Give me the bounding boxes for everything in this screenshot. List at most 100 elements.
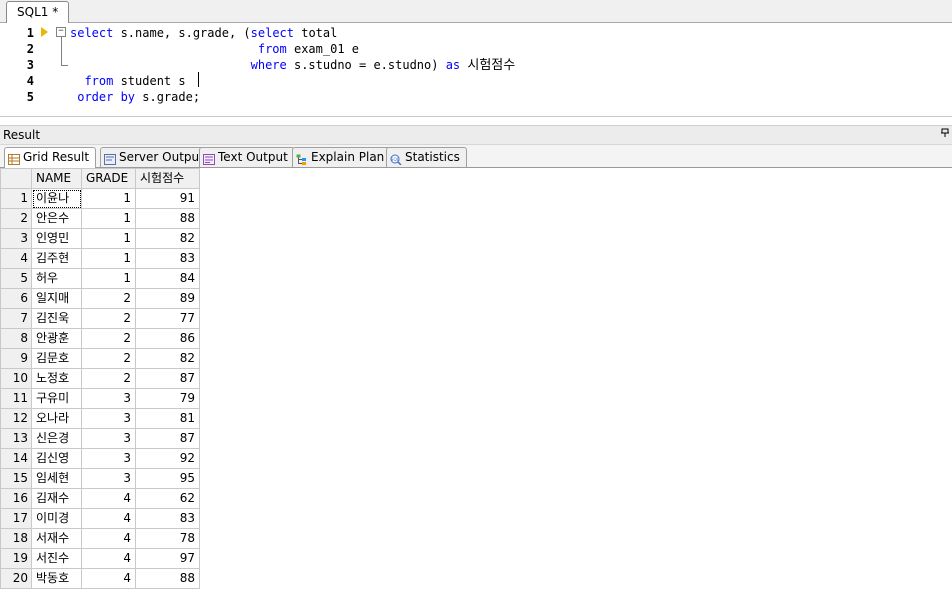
table-row[interactable]: 15 임세현 3 95 [0,468,200,489]
cell-score[interactable]: 87 [135,368,200,389]
table-row[interactable]: 1 이윤나 1 91 [0,188,200,209]
cell-name[interactable]: 신은경 [31,428,82,449]
row-number[interactable]: 15 [0,468,32,489]
cell-name[interactable]: 김주현 [31,248,82,269]
cell-grade[interactable]: 4 [81,568,136,589]
tab-explain-plan[interactable]: Explain Plan [292,147,392,167]
row-number[interactable]: 12 [0,408,32,429]
tab-server-output[interactable]: Server Output [100,147,211,167]
cell-name[interactable]: 박동호 [31,568,82,589]
cell-score[interactable]: 88 [135,568,200,589]
cell-score[interactable]: 91 [135,188,200,209]
table-row[interactable]: 11 구유미 3 79 [0,388,200,409]
column-header-grade[interactable]: GRADE [81,168,136,189]
cell-grade[interactable]: 4 [81,548,136,569]
cell-name[interactable]: 이윤나 [31,188,82,209]
cell-name[interactable]: 구유미 [31,388,82,409]
cell-score[interactable]: 82 [135,228,200,249]
row-number[interactable]: 1 [0,188,32,209]
cell-grade[interactable]: 4 [81,488,136,509]
table-row[interactable]: 19 서진수 4 97 [0,548,200,569]
cell-score[interactable]: 84 [135,268,200,289]
cell-score[interactable]: 95 [135,468,200,489]
cell-name[interactable]: 김문호 [31,348,82,369]
table-row[interactable]: 16 김재수 4 62 [0,488,200,509]
cell-score[interactable]: 83 [135,248,200,269]
row-number[interactable]: 8 [0,328,32,349]
cell-score[interactable]: 86 [135,328,200,349]
row-number[interactable]: 6 [0,288,32,309]
table-row[interactable]: 3 인영민 1 82 [0,228,200,249]
cell-name[interactable]: 이미경 [31,508,82,529]
row-number[interactable]: 5 [0,268,32,289]
table-row[interactable]: 7 김진욱 2 77 [0,308,200,329]
table-row[interactable]: 6 일지매 2 89 [0,288,200,309]
cell-grade[interactable]: 2 [81,288,136,309]
cell-grade[interactable]: 2 [81,348,136,369]
cell-grade[interactable]: 4 [81,528,136,549]
table-row[interactable]: 12 오나라 3 81 [0,408,200,429]
tab-text-output[interactable]: Text Output [199,147,295,167]
cell-grade[interactable]: 2 [81,308,136,329]
row-number[interactable]: 10 [0,368,32,389]
column-header-name[interactable]: NAME [31,168,82,189]
cell-name[interactable]: 김진욱 [31,308,82,329]
row-number[interactable]: 13 [0,428,32,449]
sql-editor[interactable]: 1 2 3 4 5 − select s.name, s.grade, (select … [0,23,952,117]
table-row[interactable]: 9 김문호 2 82 [0,348,200,369]
cell-grade[interactable]: 2 [81,328,136,349]
cell-grade[interactable]: 3 [81,428,136,449]
cell-score[interactable]: 77 [135,308,200,329]
row-number[interactable]: 3 [0,228,32,249]
cell-grade[interactable]: 1 [81,208,136,229]
cell-score[interactable]: 82 [135,348,200,369]
cell-name[interactable]: 허우 [31,268,82,289]
cell-name[interactable]: 오나라 [31,408,82,429]
row-number[interactable]: 9 [0,348,32,369]
cell-name[interactable]: 김신영 [31,448,82,469]
table-row[interactable]: 13 신은경 3 87 [0,428,200,449]
table-row[interactable]: 4 김주현 1 83 [0,248,200,269]
cell-score[interactable]: 78 [135,528,200,549]
row-number[interactable]: 11 [0,388,32,409]
cell-grade[interactable]: 1 [81,268,136,289]
table-row[interactable]: 14 김신영 3 92 [0,448,200,469]
cell-name[interactable]: 김재수 [31,488,82,509]
cell-score[interactable]: 81 [135,408,200,429]
row-number[interactable]: 7 [0,308,32,329]
cell-score[interactable]: 87 [135,428,200,449]
fold-collapse-icon[interactable]: − [56,27,66,37]
cell-score[interactable]: 89 [135,288,200,309]
cell-name[interactable]: 안은수 [31,208,82,229]
tab-statistics[interactable]: SQL Statistics [386,147,467,167]
row-number[interactable]: 4 [0,248,32,269]
cell-name[interactable]: 안광훈 [31,328,82,349]
cell-grade[interactable]: 3 [81,408,136,429]
cell-score[interactable]: 79 [135,388,200,409]
table-row[interactable]: 5 허우 1 84 [0,268,200,289]
cell-name[interactable]: 일지매 [31,288,82,309]
cell-grade[interactable]: 1 [81,228,136,249]
cell-score[interactable]: 97 [135,548,200,569]
table-row[interactable]: 8 안광훈 2 86 [0,328,200,349]
cell-grade[interactable]: 1 [81,188,136,209]
row-number[interactable]: 17 [0,508,32,529]
cell-name[interactable]: 노정호 [31,368,82,389]
cell-grade[interactable]: 2 [81,368,136,389]
cell-score[interactable]: 83 [135,508,200,529]
grid-corner[interactable] [0,168,32,189]
table-row[interactable]: 18 서재수 4 78 [0,528,200,549]
column-header-score[interactable]: 시험점수 [135,168,200,189]
cell-grade[interactable]: 3 [81,468,136,489]
tab-sql1[interactable]: SQL1 * [6,1,70,23]
row-number[interactable]: 19 [0,548,32,569]
row-number[interactable]: 18 [0,528,32,549]
cell-score[interactable]: 88 [135,208,200,229]
table-row[interactable]: 10 노정호 2 87 [0,368,200,389]
cell-score[interactable]: 92 [135,448,200,469]
table-row[interactable]: 2 안은수 1 88 [0,208,200,229]
cell-name[interactable]: 임세현 [31,468,82,489]
table-row[interactable]: 20 박동호 4 88 [0,568,200,589]
pin-icon[interactable] [940,126,950,144]
cell-grade[interactable]: 3 [81,448,136,469]
